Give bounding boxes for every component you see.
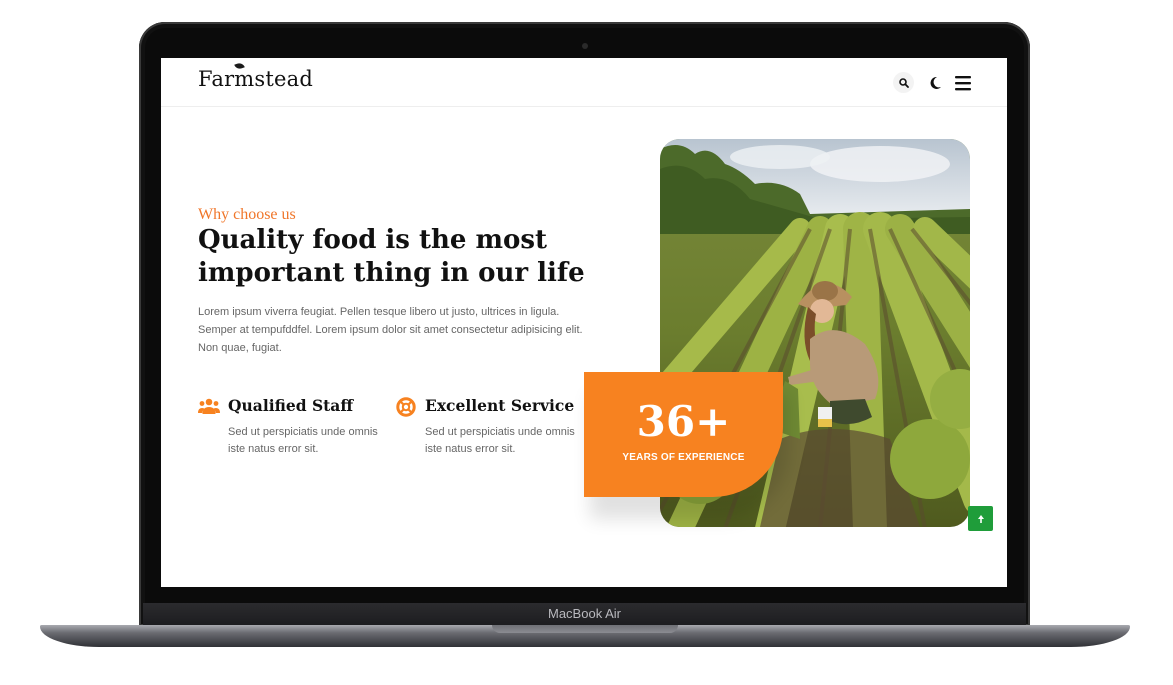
site-logo-text: Farmstead <box>198 67 314 91</box>
lifebuoy-icon <box>396 397 416 417</box>
feature-text: Sed ut perspiciatis unde omnis iste natu… <box>425 426 575 455</box>
feature-text: Sed ut perspiciatis unde omnis iste natu… <box>228 426 378 455</box>
section-description: Lorem ipsum viverra feugiat. Pellen tesq… <box>198 306 583 354</box>
experience-number: 36+ <box>636 397 731 446</box>
section-title: Quality food is the most important thing… <box>198 225 585 288</box>
users-icon <box>198 398 220 414</box>
section-eyebrow: Why choose us <box>198 206 296 223</box>
device-label: MacBook Air <box>548 606 621 621</box>
arrow-up-icon <box>977 514 984 523</box>
webcam <box>582 43 588 49</box>
search-button[interactable] <box>893 72 914 93</box>
search-icon <box>898 77 909 88</box>
site-header: Farmstead <box>161 58 1007 107</box>
laptop-chin: MacBook Air <box>143 603 1026 625</box>
experience-badge: 36+ YEARS OF EXPERIENCE <box>584 372 783 497</box>
experience-label: YEARS OF EXPERIENCE <box>622 452 745 463</box>
site-logo[interactable]: Farmstead <box>198 67 313 91</box>
browser-screen: Farmstead Why choose us Quality food is … <box>161 58 1007 587</box>
moon-icon[interactable] <box>928 73 942 93</box>
hamburger-menu-icon[interactable] <box>955 73 971 93</box>
laptop-notch <box>492 625 678 633</box>
scroll-to-top-button[interactable] <box>968 506 993 531</box>
feature-title: Excellent Service <box>425 396 575 415</box>
feature-title: Qualified Staff <box>228 396 354 415</box>
